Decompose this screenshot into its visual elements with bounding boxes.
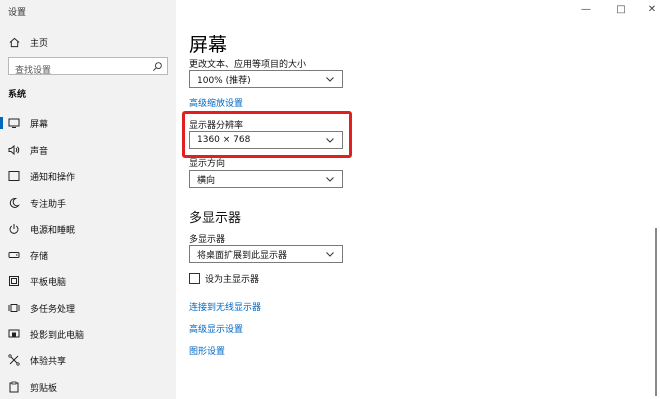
search-icon[interactable] <box>152 61 163 72</box>
scrollbar[interactable] <box>655 228 657 396</box>
home-nav[interactable]: 主页 <box>0 33 176 51</box>
sidebar-item-label: 专注助手 <box>30 199 67 210</box>
orientation-dropdown[interactable]: 横向 <box>189 170 343 188</box>
active-indicator <box>0 117 3 129</box>
sidebar-item-multitasking[interactable]: 多任务处理 <box>0 298 176 318</box>
tablet-icon <box>8 275 20 287</box>
sidebar-item-label: 存储 <box>30 251 49 262</box>
sidebar-item-label: 电源和睡眠 <box>30 225 76 236</box>
power-icon <box>8 223 20 235</box>
wireless-display-link[interactable]: 连接到无线显示器 <box>189 300 261 313</box>
sidebar-item-shared-experiences[interactable]: 体验共享 <box>0 350 176 370</box>
home-label: 主页 <box>30 38 49 49</box>
share-icon <box>8 354 20 366</box>
sidebar-item-sound[interactable]: 声音 <box>0 140 176 160</box>
moon-icon <box>8 197 20 209</box>
advanced-display-link[interactable]: 高级显示设置 <box>189 322 243 335</box>
speaker-icon <box>8 144 20 156</box>
project-icon <box>8 328 20 340</box>
main-content: — □ ✕ 屏幕 更改文本、应用等项目的大小 100% (推荐) 高级缩放设置 … <box>176 0 660 399</box>
sidebar-item-label: 多任务处理 <box>30 304 76 315</box>
multi-display-value: 将桌面扩展到此显示器 <box>197 250 288 261</box>
sidebar-item-project[interactable]: 投影到此电脑 <box>0 324 176 344</box>
sidebar-item-storage[interactable]: 存储 <box>0 245 176 265</box>
sidebar-item-label: 屏幕 <box>30 119 49 130</box>
sidebar: 设置 主页 系统 屏幕 声音 通知和操作 专注助手 <box>0 0 176 399</box>
scale-dropdown[interactable]: 100% (推荐) <box>189 70 343 88</box>
sidebar-item-power[interactable]: 电源和睡眠 <box>0 219 176 239</box>
sidebar-item-display[interactable]: 屏幕 <box>0 113 176 133</box>
sidebar-item-label: 声音 <box>30 146 49 157</box>
sidebar-item-label: 体验共享 <box>30 356 67 367</box>
chevron-down-icon <box>326 252 334 257</box>
resolution-highlight-box <box>182 111 352 158</box>
sidebar-item-label: 平板电脑 <box>30 277 67 288</box>
scale-value: 100% (推荐) <box>197 75 251 86</box>
main-display-checkbox-label: 设为主显示器 <box>205 275 260 285</box>
main-display-checkbox[interactable] <box>189 273 200 284</box>
multi-display-heading: 多显示器 <box>189 211 242 226</box>
app-title: 设置 <box>8 8 27 18</box>
chevron-down-icon <box>326 77 334 82</box>
sidebar-item-label: 通知和操作 <box>30 172 76 183</box>
page-title: 屏幕 <box>189 34 228 56</box>
multitask-icon <box>8 302 20 314</box>
notification-icon <box>8 170 20 182</box>
storage-icon <box>8 249 20 261</box>
sidebar-item-notifications[interactable]: 通知和操作 <box>0 166 176 186</box>
sidebar-item-clipboard[interactable]: 剪贴板 <box>0 377 176 397</box>
chevron-down-icon <box>326 177 334 182</box>
monitor-icon <box>8 117 20 129</box>
orientation-value: 横向 <box>197 175 216 186</box>
multi-display-dropdown[interactable]: 将桌面扩展到此显示器 <box>189 245 343 263</box>
minimize-button[interactable]: — <box>580 4 592 16</box>
sidebar-item-label: 投影到此电脑 <box>30 330 85 341</box>
advanced-scaling-link[interactable]: 高级缩放设置 <box>189 96 243 109</box>
search-box[interactable] <box>8 57 168 79</box>
maximize-button[interactable]: □ <box>615 4 627 16</box>
sidebar-item-label: 剪贴板 <box>30 383 58 394</box>
scale-label: 更改文本、应用等项目的大小 <box>189 60 307 70</box>
sidebar-item-tablet[interactable]: 平板电脑 <box>0 271 176 291</box>
sidebar-item-focus-assist[interactable]: 专注助手 <box>0 193 176 213</box>
section-label: 系统 <box>8 90 27 100</box>
home-icon <box>8 36 20 48</box>
main-display-checkbox-row[interactable]: 设为主显示器 <box>189 272 259 285</box>
graphics-settings-link[interactable]: 图形设置 <box>189 344 225 357</box>
clipboard-icon <box>8 381 20 393</box>
search-input[interactable] <box>9 63 150 79</box>
close-button[interactable]: ✕ <box>646 4 658 16</box>
multi-display-label: 多显示器 <box>189 235 226 245</box>
